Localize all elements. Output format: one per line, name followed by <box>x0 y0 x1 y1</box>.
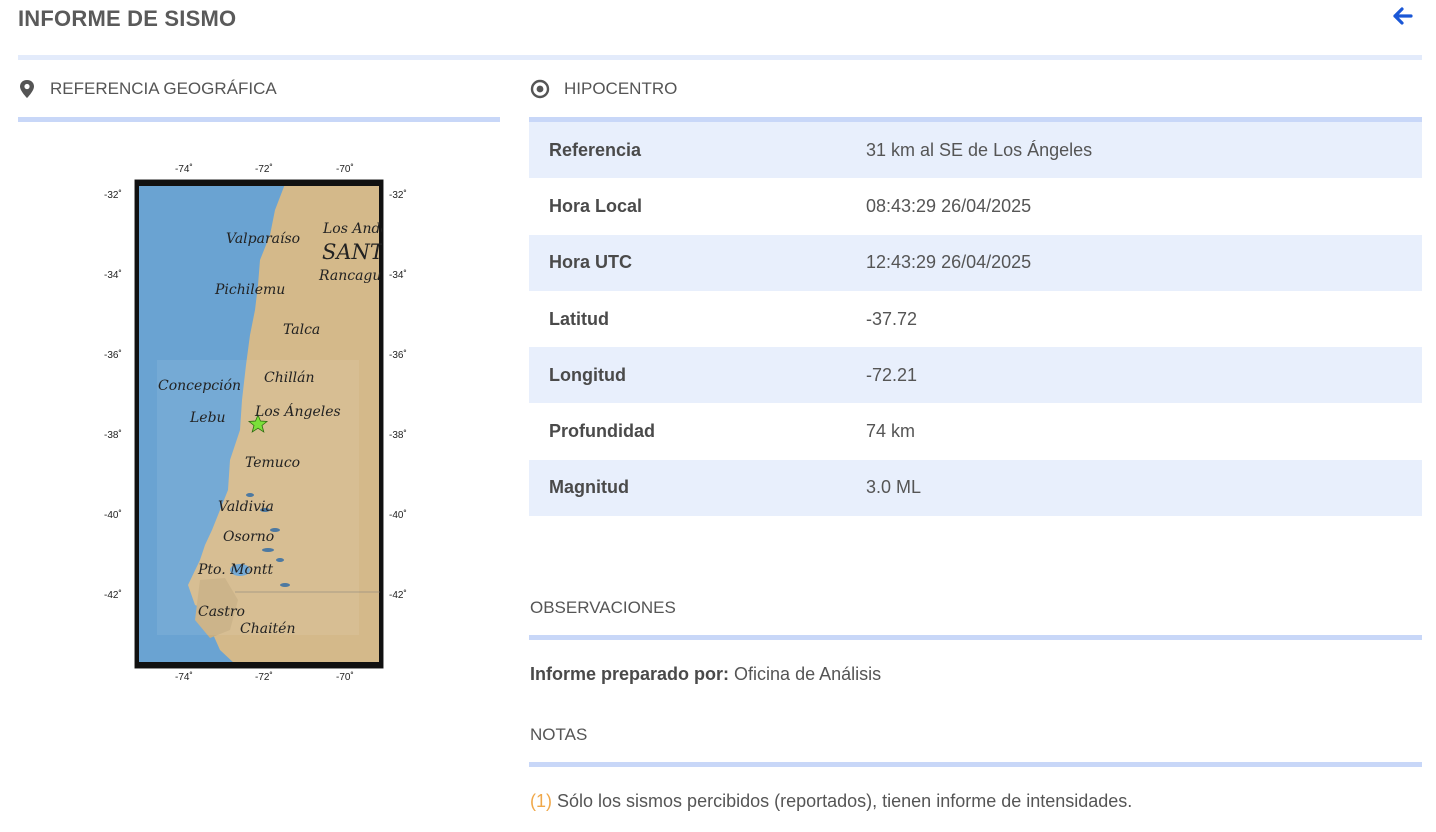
tick-top-1: -74˚ <box>175 164 193 175</box>
place-rancagua: Rancagua <box>319 268 382 284</box>
tick-right-5: -40˚ <box>389 510 407 521</box>
table-row: Profundidad 74 km <box>529 403 1422 459</box>
notes-divider <box>529 762 1422 767</box>
row-value: 12:43:29 26/04/2025 <box>866 252 1032 273</box>
obs-section-heading: OBSERVACIONES <box>530 598 676 618</box>
place-osorno: Osorno <box>223 529 275 545</box>
row-key: Magnitud <box>549 477 629 498</box>
row-key: Longitud <box>549 364 626 385</box>
prepared-by: Informe preparado por: Oficina de Anális… <box>530 664 881 685</box>
epicenter-map[interactable]: -74˚ -72˚ -70˚ -74˚ -72˚ -70˚ -32˚ -34˚ … <box>100 160 420 690</box>
note-text: Sólo los sismos percibidos (reportados),… <box>557 791 1133 811</box>
tick-right-1: -32˚ <box>389 190 407 201</box>
tick-left-1: -32˚ <box>104 190 122 201</box>
tick-bottom-3: -70˚ <box>336 672 354 683</box>
place-pichilemu: Pichilemu <box>215 282 286 298</box>
place-valdivia: Valdivia <box>218 499 274 515</box>
place-valparaiso: Valparaíso <box>226 231 301 247</box>
tick-bottom-1: -74˚ <box>175 672 193 683</box>
place-talca: Talca <box>283 322 321 338</box>
tick-left-4: -38˚ <box>104 430 122 441</box>
place-chaiten: Chaitén <box>240 621 296 637</box>
notes-section-heading: NOTAS <box>530 725 587 745</box>
tick-right-2: -34˚ <box>389 270 407 281</box>
place-castro: Castro <box>198 604 245 620</box>
map-labels: Valparaíso Los Andes SANTIAGO Rancagua P… <box>136 186 382 664</box>
title-divider <box>18 55 1422 60</box>
table-row: Hora Local 08:43:29 26/04/2025 <box>529 178 1422 234</box>
obs-divider <box>529 635 1422 640</box>
tick-top-3: -70˚ <box>336 164 354 175</box>
tick-bottom-2: -72˚ <box>255 672 273 683</box>
place-santiago: SANTIAGO <box>322 240 382 264</box>
row-key: Hora Local <box>549 195 643 216</box>
tick-top-2: -72˚ <box>255 164 273 175</box>
row-value: -72.21 <box>866 364 918 385</box>
arrow-left-icon <box>1393 7 1413 25</box>
geo-divider <box>18 117 500 122</box>
notes-heading-label: NOTAS <box>530 725 588 744</box>
place-chillan: Chillán <box>264 370 315 386</box>
note-number: (1) <box>530 791 552 811</box>
table-row: Referencia 31 km al SE de Los Ángeles <box>529 122 1422 179</box>
tick-left-6: -42˚ <box>104 590 122 601</box>
place-los-andes: Los Andes <box>323 221 382 237</box>
page-title: INFORME DE SISMO <box>18 6 237 31</box>
tick-right-4: -38˚ <box>389 430 407 441</box>
prepared-by-value: Oficina de Análisis <box>734 664 882 684</box>
geo-heading-label: REFERENCIA GEOGRÁFICA <box>50 79 277 98</box>
tick-right-3: -36˚ <box>389 350 407 361</box>
prepared-by-label: Informe preparado por: <box>530 664 730 684</box>
table-row: Longitud -72.21 <box>529 347 1422 404</box>
row-value: 08:43:29 26/04/2025 <box>866 195 1032 216</box>
place-pto-montt: Pto. Montt <box>198 562 274 578</box>
place-temuco: Temuco <box>245 455 301 471</box>
geo-section-heading: REFERENCIA GEOGRÁFICA <box>18 79 277 99</box>
tick-right-6: -42˚ <box>389 590 407 601</box>
place-concepcion: Concepción <box>158 378 242 394</box>
table-row: Magnitud 3.0 ML <box>529 459 1422 517</box>
target-icon <box>530 79 550 99</box>
map-pin-icon <box>20 80 34 98</box>
row-key: Hora UTC <box>549 252 633 273</box>
tick-left-3: -36˚ <box>104 350 122 361</box>
row-key: Latitud <box>549 308 609 329</box>
hipo-heading-label: HIPOCENTRO <box>564 79 678 98</box>
row-value: 31 km al SE de Los Ángeles <box>866 139 1093 160</box>
tick-left-5: -40˚ <box>104 510 122 521</box>
hipo-section-heading: HIPOCENTRO <box>530 79 677 99</box>
place-lebu: Lebu <box>190 410 226 426</box>
row-value: -37.72 <box>866 308 918 329</box>
row-key: Profundidad <box>549 421 655 442</box>
place-los-angeles: Los Ángeles <box>255 404 341 420</box>
row-value: 3.0 ML <box>866 477 922 498</box>
obs-heading-label: OBSERVACIONES <box>530 598 676 617</box>
note-item: (1) Sólo los sismos percibidos (reportad… <box>530 791 1132 812</box>
row-value: 74 km <box>866 421 916 442</box>
table-row: Latitud -37.72 <box>529 291 1422 347</box>
tick-left-2: -34˚ <box>104 270 122 281</box>
back-button[interactable] <box>1391 4 1415 28</box>
table-row: Hora UTC 12:43:29 26/04/2025 <box>529 234 1422 291</box>
row-key: Referencia <box>549 139 642 160</box>
hypocenter-table: Referencia 31 km al SE de Los Ángeles Ho… <box>529 122 1422 517</box>
